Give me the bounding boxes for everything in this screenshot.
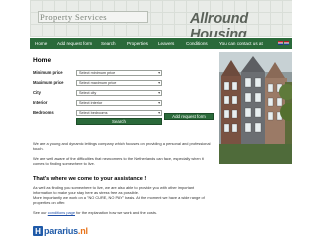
- nav-conditions[interactable]: Conditions: [186, 41, 208, 46]
- nav-properties[interactable]: Properties: [127, 41, 148, 46]
- nav-search[interactable]: Search: [101, 41, 116, 46]
- chevron-down-icon: ▾: [158, 101, 160, 105]
- nl-flag-icon[interactable]: [284, 41, 289, 45]
- pararius-h-icon: H: [33, 226, 43, 236]
- form-row-city: City: [33, 89, 75, 96]
- city-label: City: [33, 90, 41, 95]
- city-value: Select city: [79, 91, 97, 95]
- language-flags: [278, 41, 289, 45]
- interior-select[interactable]: Select interior ▾: [76, 100, 162, 106]
- main-nav: Home Add request form Search Properties …: [30, 38, 292, 49]
- min-price-select[interactable]: Select minimum price ▾: [76, 70, 162, 76]
- pararius-wordmark: pararius.nl: [44, 226, 88, 236]
- chevron-down-icon: ▾: [158, 111, 160, 115]
- assurance-heading: That's where we come to your assistance …: [33, 176, 147, 182]
- max-price-value: Select maximum price: [79, 81, 117, 85]
- nav-home[interactable]: Home: [35, 41, 47, 46]
- nav-contact[interactable]: You can contact us at: [219, 41, 263, 46]
- interior-label: Interior: [33, 100, 48, 105]
- newcomers-paragraph: We are well aware of the difficulties th…: [33, 156, 204, 167]
- conditions-link[interactable]: conditions page: [48, 210, 75, 215]
- max-price-label: Maximum price: [33, 80, 64, 85]
- see-suffix: for the explanation how we work and the …: [76, 210, 157, 215]
- chevron-down-icon: ▾: [158, 71, 160, 75]
- chevron-down-icon: ▾: [158, 91, 160, 95]
- intro-paragraph: We are a young and dynamic lettings comp…: [33, 141, 211, 152]
- search-button[interactable]: Search: [76, 118, 162, 125]
- site-header: Property Services Allround Housing: [30, 0, 292, 37]
- no-cure-paragraph: More importantly we work on a "NO CURE, …: [33, 195, 205, 206]
- nav-leavers[interactable]: Leavers: [158, 41, 174, 46]
- pararius-logo[interactable]: H pararius.nl: [33, 225, 88, 237]
- add-request-button[interactable]: Add request form: [164, 113, 214, 120]
- chevron-down-icon: ▾: [158, 81, 160, 85]
- nav-add-request-form[interactable]: Add request form: [57, 41, 92, 46]
- form-row-max-price: Maximum price: [33, 79, 75, 86]
- pararius-tld: .nl: [77, 226, 88, 236]
- max-price-select[interactable]: Select maximum price ▾: [76, 80, 162, 86]
- page-title: Home: [33, 57, 52, 64]
- see-prefix: See our: [33, 210, 47, 215]
- interior-value: Select interior: [79, 101, 103, 105]
- min-price-label: Minimum price: [33, 70, 63, 75]
- conditions-paragraph: See our conditions page for the explanat…: [33, 210, 213, 215]
- form-row-bedrooms: Bedrooms: [33, 109, 75, 116]
- canal-houses-illustration: [219, 52, 292, 164]
- bedrooms-label: Bedrooms: [33, 110, 54, 115]
- main-content: Home Minimum price Select minimum price …: [30, 52, 292, 240]
- form-row-min-price: Minimum price: [33, 69, 75, 76]
- uk-flag-icon[interactable]: [278, 41, 283, 45]
- bedrooms-select[interactable]: Select bedrooms ▾: [76, 110, 162, 116]
- city-select[interactable]: Select city ▾: [76, 90, 162, 96]
- site-logo[interactable]: Allround Housing: [190, 11, 292, 37]
- pararius-name: pararius: [44, 226, 78, 236]
- tagline: Property Services: [40, 12, 107, 22]
- form-row-interior: Interior: [33, 99, 75, 106]
- bedrooms-value: Select bedrooms: [79, 111, 108, 115]
- min-price-value: Select minimum price: [79, 71, 116, 75]
- services-paragraph: As well as finding you somewhere to live…: [33, 185, 195, 196]
- canal-houses-photo: [219, 52, 292, 164]
